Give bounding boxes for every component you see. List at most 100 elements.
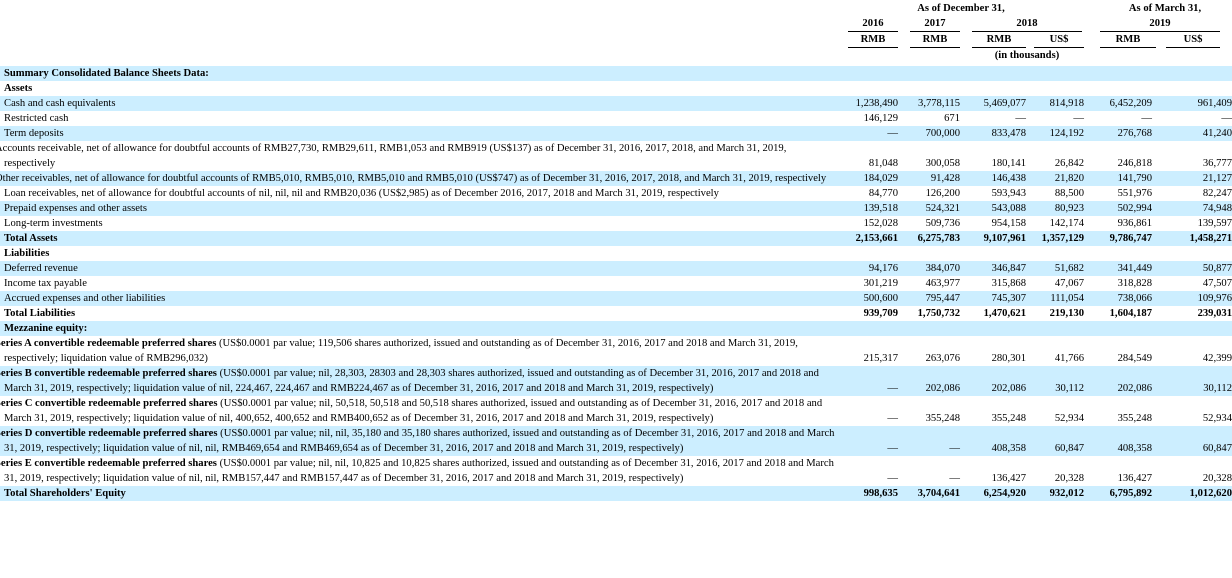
- value-cell: 551,976: [1117, 188, 1152, 199]
- value-cell: 202,086: [1084, 366, 1152, 396]
- row-label: Series C convertible redeemable preferre…: [0, 396, 840, 426]
- value-cell: [898, 81, 960, 96]
- row-label: Series E convertible redeemable preferre…: [0, 456, 840, 486]
- value-cell: [1026, 321, 1084, 336]
- series-name: Series A convertible redeemable preferre…: [0, 338, 217, 349]
- value-cell: 2,153,661: [840, 231, 898, 246]
- row-label: Accrued expenses and other liabilities: [0, 291, 840, 306]
- table-header: As of December 31, As of March 31, 2016 …: [0, 0, 1232, 66]
- value-cell: 500,600: [840, 291, 898, 306]
- value-cell: —: [1221, 113, 1232, 124]
- year-2018: 2018: [972, 17, 1082, 32]
- value-cell: 80,923: [1026, 201, 1084, 216]
- value-cell: 936,861: [1117, 218, 1152, 229]
- value-cell: 20,328: [1054, 473, 1084, 484]
- year-2019: 2019: [1100, 17, 1220, 32]
- year-2016: 2016: [848, 17, 898, 32]
- value-cell: —: [898, 426, 960, 456]
- table-row: Accounts receivable, net of allowance fo…: [0, 141, 1232, 171]
- table-row: Accrued expenses and other liabilities 50…: [0, 291, 1232, 306]
- value-cell: 1,470,621: [983, 308, 1026, 319]
- value-cell: 998,635: [840, 486, 898, 501]
- value-cell: 239,031: [1197, 308, 1232, 319]
- value-cell: 408,358: [1084, 426, 1152, 456]
- value-cell: 932,012: [1026, 486, 1084, 501]
- value-cell: 20,328: [1202, 473, 1232, 484]
- value-cell: 384,070: [898, 261, 960, 276]
- value-cell: 341,449: [1084, 261, 1152, 276]
- value-cell: 318,828: [1117, 278, 1152, 289]
- value-cell: [1084, 321, 1152, 336]
- value-cell: [1152, 66, 1232, 81]
- value-cell: 30,112: [1026, 366, 1084, 396]
- in-thousands-note: (in thousands): [994, 50, 1060, 61]
- row-label: Series D convertible redeemable preferre…: [0, 426, 840, 456]
- value-cell: 91,428: [898, 171, 960, 186]
- value-cell: 81,048: [868, 158, 898, 169]
- value-cell: 21,820: [1026, 171, 1084, 186]
- value-cell: 84,770: [868, 188, 898, 199]
- balance-sheet-table: Summary Consolidated Balance Sheets Data…: [0, 66, 1232, 501]
- value-cell: 276,768: [1084, 126, 1152, 141]
- value-cell: 263,076: [925, 353, 960, 364]
- value-cell: 142,174: [1049, 218, 1084, 229]
- total-row: Total Shareholders' Equity 998,635 3,704,6…: [0, 486, 1232, 501]
- value-cell: 745,307: [960, 291, 1026, 306]
- value-cell: —: [1073, 113, 1084, 124]
- section-row: Assets: [0, 81, 1232, 96]
- value-cell: 52,934: [1202, 413, 1232, 424]
- value-cell: 124,192: [1026, 126, 1084, 141]
- value-cell: 463,977: [925, 278, 960, 289]
- value-cell: [1026, 81, 1084, 96]
- value-cell: 300,058: [925, 158, 960, 169]
- table-row: Other receivables, net of allowance for …: [0, 171, 1232, 186]
- value-cell: 1,604,187: [1109, 308, 1152, 319]
- table-row: Restricted cash 146,129 671 — — — —: [0, 111, 1232, 126]
- value-cell: 82,247: [1202, 188, 1232, 199]
- row-label: Cash and cash equivalents: [0, 96, 840, 111]
- value-cell: 21,127: [1152, 171, 1232, 186]
- value-cell: 146,438: [960, 171, 1026, 186]
- value-cell: 502,994: [1084, 201, 1152, 216]
- value-cell: [960, 321, 1026, 336]
- value-cell: 509,736: [925, 218, 960, 229]
- value-cell: [840, 81, 898, 96]
- currency-usd-2019: US$: [1166, 33, 1220, 48]
- value-cell: 246,818: [1117, 158, 1152, 169]
- value-cell: 301,219: [863, 278, 898, 289]
- table-row: Series B convertible redeemable preferre…: [0, 366, 1232, 396]
- currency-rmb-2017: RMB: [910, 33, 960, 48]
- row-label: Total Shareholders' Equity: [0, 486, 840, 501]
- value-cell: 954,158: [991, 218, 1026, 229]
- row-label: Loan receivables, net of allowance for d…: [4, 188, 719, 199]
- value-cell: 41,766: [1054, 353, 1084, 364]
- value-cell: 51,682: [1026, 261, 1084, 276]
- value-cell: 1,238,490: [840, 96, 898, 111]
- value-cell: —: [887, 413, 898, 424]
- value-cell: 5,469,077: [960, 96, 1026, 111]
- row-label: Total Assets: [0, 231, 840, 246]
- value-cell: 109,976: [1152, 291, 1232, 306]
- value-cell: 50,877: [1152, 261, 1232, 276]
- value-cell: —: [949, 473, 960, 484]
- value-cell: [1084, 246, 1152, 261]
- series-name: Series D convertible redeemable preferre…: [0, 428, 218, 439]
- row-label: Series B convertible redeemable preferre…: [0, 366, 840, 396]
- value-cell: 1,750,732: [917, 308, 960, 319]
- currency-rmb-2018: RMB: [972, 33, 1026, 48]
- value-cell: 524,321: [898, 201, 960, 216]
- value-cell: 6,275,783: [898, 231, 960, 246]
- value-cell: 700,000: [898, 126, 960, 141]
- value-cell: [840, 246, 898, 261]
- value-cell: [1084, 66, 1152, 81]
- value-cell: 136,427: [1117, 473, 1152, 484]
- value-cell: 795,447: [898, 291, 960, 306]
- value-cell: [840, 66, 898, 81]
- value-cell: 184,029: [840, 171, 898, 186]
- value-cell: 26,842: [1054, 158, 1084, 169]
- series-name: Series E convertible redeemable preferre…: [0, 458, 217, 469]
- value-cell: [960, 81, 1026, 96]
- row-label: Accounts receivable, net of allowance fo…: [0, 143, 787, 169]
- value-cell: 284,549: [1117, 353, 1152, 364]
- row-label: Mezzanine equity:: [0, 321, 840, 336]
